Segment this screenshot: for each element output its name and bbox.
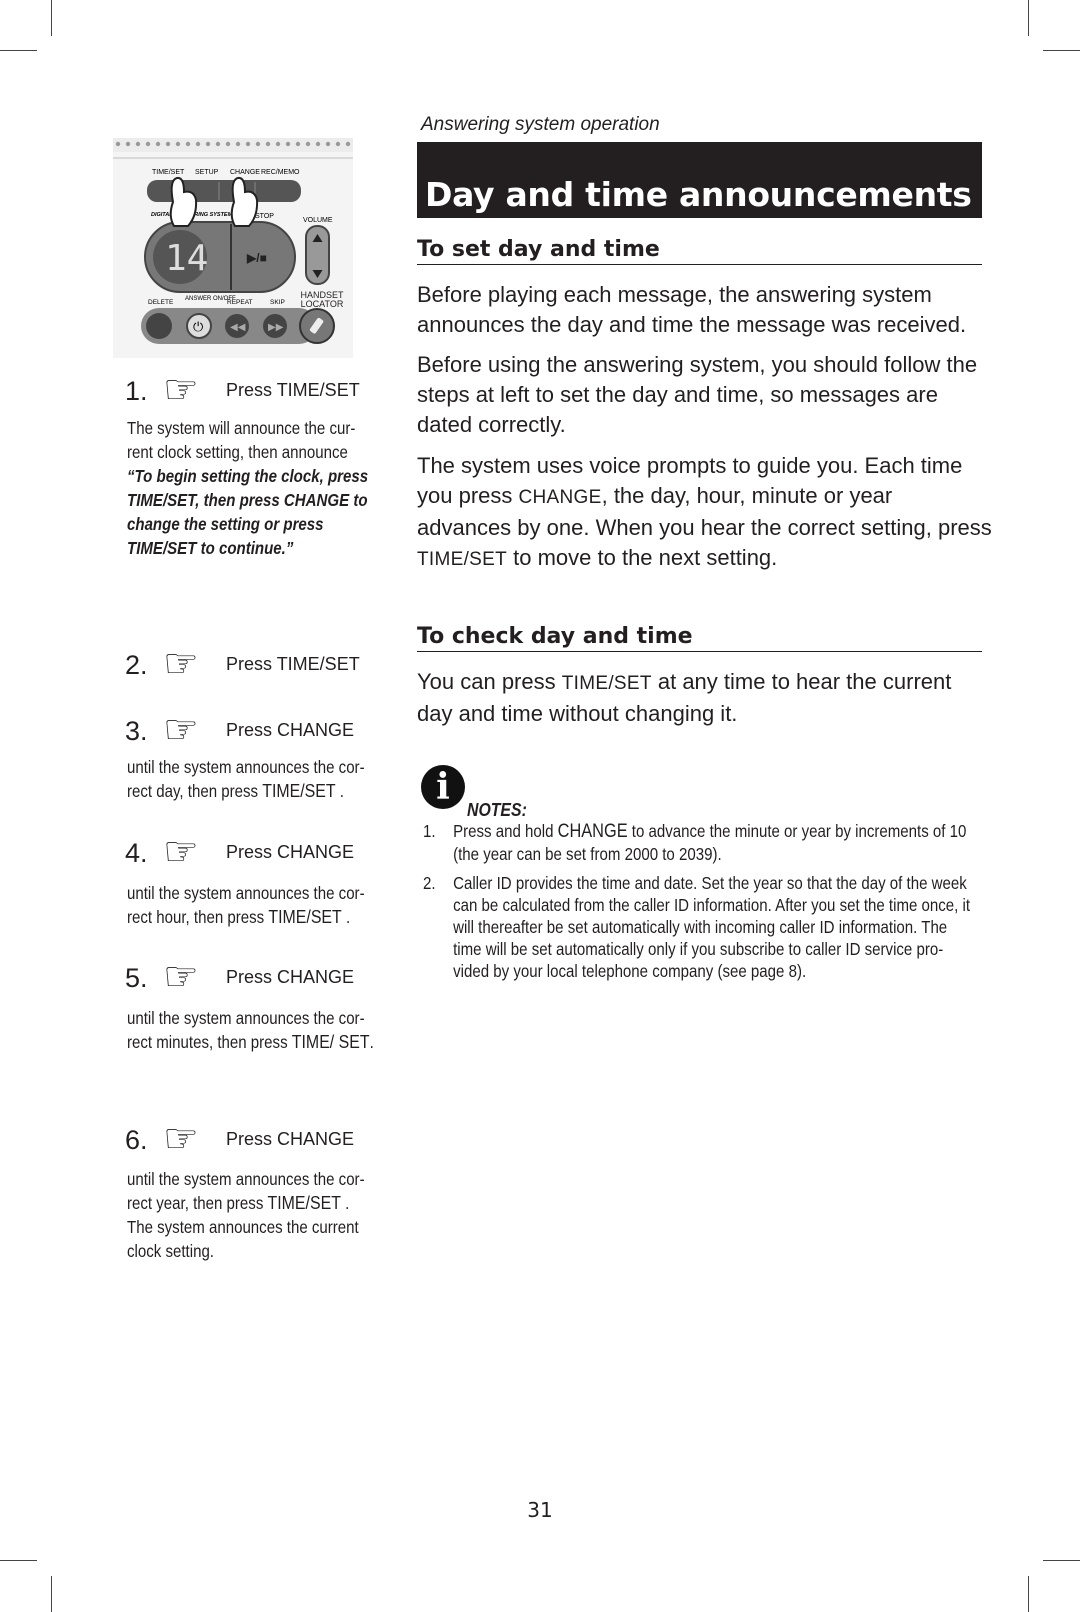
crop-mark [1043, 1560, 1080, 1561]
notes-title: NOTES: [467, 800, 527, 820]
heading-set-day-time: To set day and time [417, 237, 982, 265]
power-icon: ⏻ [193, 319, 203, 334]
page-number: 31 [527, 1498, 553, 1522]
fast-forward-icon: ▶▶ [268, 322, 284, 333]
step-number: 6. [125, 1125, 148, 1155]
crop-mark [1043, 50, 1080, 51]
button-label-change: CHANGE [230, 169, 260, 176]
title-bar: Day and time announcements [417, 142, 982, 218]
step-3-description: until the system announces the cor- rect… [127, 757, 365, 801]
top-button-strip[interactable] [147, 180, 301, 202]
pointing-hand-icon: ☞ [163, 707, 199, 753]
label-handset-locator: HANDSET LOCATOR [300, 290, 344, 309]
button-label-timeset: TIME/SET [152, 169, 185, 176]
label-repeat: REPEAT [227, 299, 253, 306]
crop-mark [1028, 0, 1029, 36]
rewind-icon: ◀◀ [230, 322, 246, 333]
step-label: Press CHANGE [226, 720, 355, 740]
paragraph: You can press TIME/SET at any time to he… [417, 669, 952, 726]
step-label: Press CHANGE [226, 1129, 355, 1149]
heading-check-day-time: To check day and time [417, 624, 982, 652]
device-illustration: TIME/SET SETUP CHANGE REC/MEMO DIGITAL A… [113, 138, 353, 358]
pointing-hand-icon: ☞ [163, 641, 199, 687]
note-item: 2. Caller ID provides the time and date. … [423, 873, 971, 981]
step-number: 1. [125, 376, 148, 406]
crop-mark [51, 1576, 52, 1612]
pointing-hand-icon: ☞ [163, 829, 199, 875]
step-number: 4. [125, 838, 148, 868]
delete-button[interactable] [146, 313, 172, 339]
step-label: Press TIME/SET [226, 380, 360, 400]
pointing-hand-icon: ☞ [163, 954, 199, 1000]
step-label: Press CHANGE [226, 967, 355, 987]
paragraph: Before playing each message, the answeri… [417, 282, 967, 337]
step-1-description: The system will announce the cur- rent c… [127, 418, 369, 558]
step-5-description: until the system announces the cor- rect… [127, 1008, 374, 1052]
note-item: 1. Press and hold CHANGE to advance the m… [423, 821, 967, 864]
button-label-recmemo: REC/MEMO [261, 169, 300, 176]
step-label: Press TIME/SET [226, 654, 360, 674]
paragraph: The system uses voice prompts to guide y… [417, 453, 992, 570]
crop-mark [0, 1560, 37, 1561]
section-label: Answering system operation [421, 114, 660, 135]
info-icon: i [421, 765, 465, 809]
label-delete: DELETE [148, 299, 174, 306]
crop-mark [51, 0, 52, 36]
step-6-description: until the system announces the cor- rect… [127, 1169, 365, 1261]
pointing-hand-icon: ☞ [163, 367, 199, 413]
page-title: Day and time announcements [425, 175, 972, 214]
step-number: 5. [125, 963, 148, 993]
crop-mark [1028, 1576, 1029, 1612]
paragraph: Before using the answering system, you s… [417, 352, 978, 437]
step-number: 3. [125, 716, 148, 746]
pointing-hand-icon: ☞ [163, 1116, 199, 1162]
stop-label: STOP [255, 213, 274, 220]
display-digits: 14 [165, 238, 208, 279]
crop-mark [0, 50, 37, 51]
voice-prompt-quote: “To begin setting the clock, press TIME/… [127, 466, 369, 558]
volume-label: VOLUME [303, 217, 333, 224]
step-number: 2. [125, 650, 148, 680]
play-stop-button[interactable]: ▶/■ [246, 251, 267, 265]
label-skip: SKIP [270, 299, 285, 306]
step-label: Press CHANGE [226, 842, 355, 862]
step-4-description: until the system announces the cor- rect… [127, 883, 365, 927]
button-label-setup: SETUP [195, 169, 219, 176]
